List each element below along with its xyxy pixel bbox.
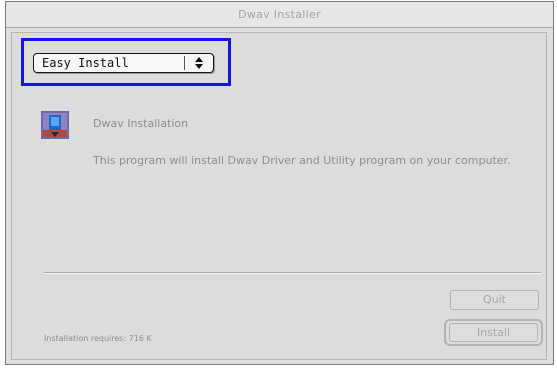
divider (44, 272, 541, 274)
popup-divider (184, 56, 185, 70)
installation-title: Dwav Installation (93, 117, 189, 130)
install-type-selected: Easy Install (42, 56, 129, 70)
installer-app-icon (41, 111, 69, 139)
window-title: Dwav Installer (238, 8, 321, 21)
installation-requirements: Installation requires: 716 K (44, 334, 152, 343)
install-button[interactable]: Install (449, 323, 538, 342)
installation-description: This program will install Dwav Driver an… (93, 154, 511, 167)
install-type-popup[interactable]: Easy Install (33, 53, 214, 73)
title-bar[interactable]: Dwav Installer (6, 2, 553, 28)
up-down-arrows-icon (195, 57, 203, 69)
quit-button[interactable]: Quit (450, 290, 539, 310)
